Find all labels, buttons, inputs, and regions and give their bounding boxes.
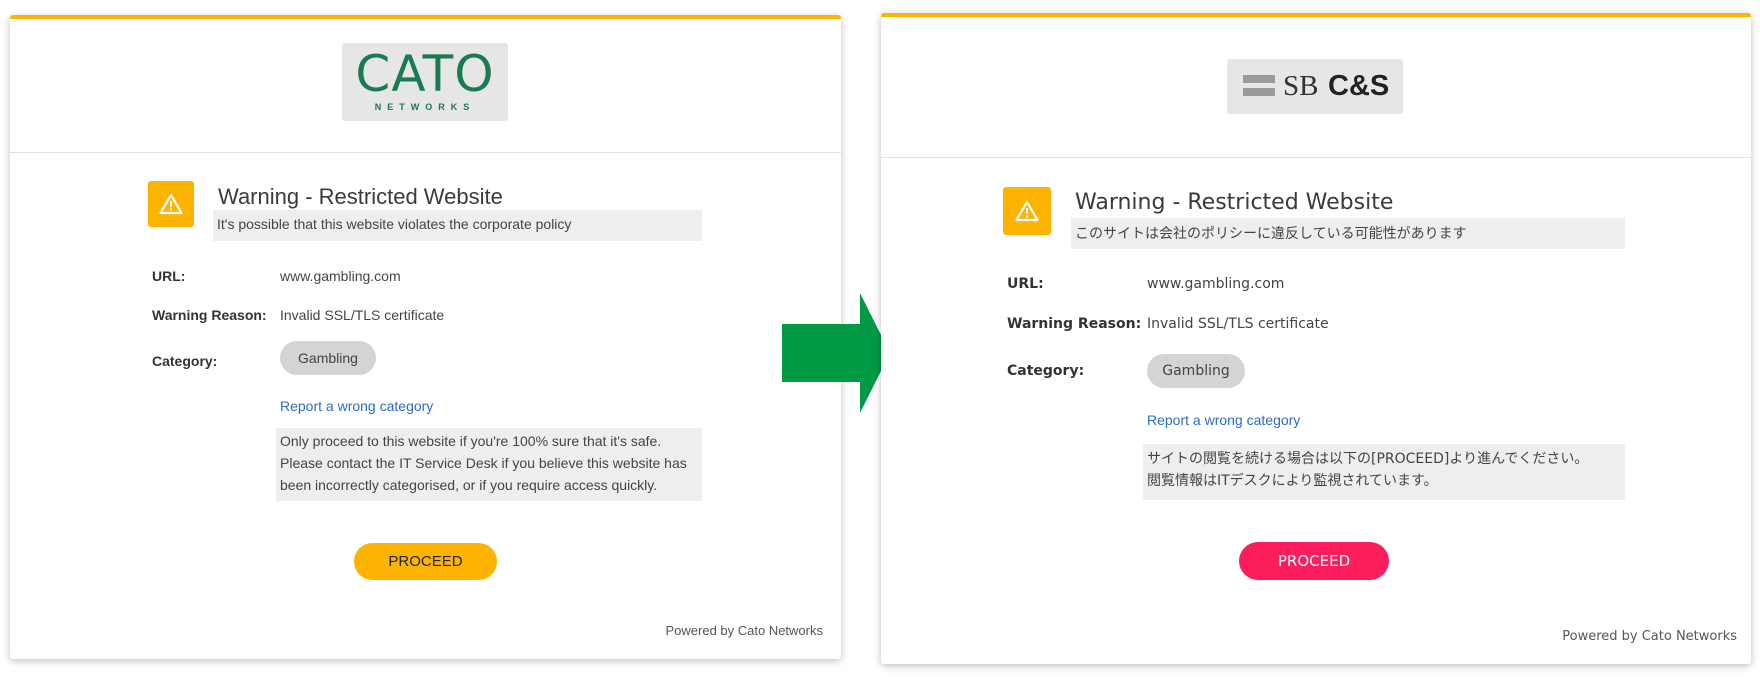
warning-icon-badge <box>1003 187 1051 235</box>
warning-triangle-icon <box>159 193 183 215</box>
page-subtitle: It's possible that this website violates… <box>213 210 702 241</box>
page-subtitle: このサイトは会社のポリシーに違反している可能性があります <box>1071 218 1625 249</box>
proceed-button[interactable]: PROCEED <box>1239 542 1389 580</box>
note-line: been incorrectly categorised, or if you … <box>280 477 658 493</box>
report-wrong-category-link[interactable]: Report a wrong category <box>1147 412 1300 428</box>
note-line: Please contact the IT Service Desk if yo… <box>280 455 687 471</box>
warning-reason-value: Invalid SSL/TLS certificate <box>1147 316 1329 332</box>
cato-logo: CATO NETWORKS <box>342 43 508 121</box>
powered-by-footer: Powered by Cato Networks <box>1562 629 1737 644</box>
sbcs-warning-page: SB C&S Warning - Restricted Website このサイ… <box>881 13 1751 664</box>
url-label: URL: <box>1007 276 1044 292</box>
url-value: www.gambling.com <box>1147 276 1285 292</box>
cato-logo-subtext: NETWORKS <box>374 102 476 112</box>
sbcs-logo-bars-icon <box>1243 88 1275 96</box>
safety-note: サイトの閲覧を続ける場合は以下の[PROCEED]より進んでください。 閲覧情報… <box>1143 444 1625 500</box>
note-line: 閲覧情報はITデスクにより監視されています。 <box>1147 473 1438 489</box>
sbcs-logo: SB C&S <box>1227 59 1403 114</box>
sbcs-logo-sb: SB <box>1283 70 1319 102</box>
cato-logo-text: CATO <box>355 45 495 103</box>
category-badge: Gambling <box>1147 354 1245 388</box>
category-label: Category: <box>152 353 218 369</box>
note-line: Only proceed to this website if you're 1… <box>280 433 662 449</box>
category-label: Category: <box>1007 363 1085 379</box>
proceed-button[interactable]: PROCEED <box>354 543 497 580</box>
note-line: サイトの閲覧を続ける場合は以下の[PROCEED]より進んでください。 <box>1147 451 1589 467</box>
report-wrong-category-link[interactable]: Report a wrong category <box>280 398 433 414</box>
page-title: Warning - Restricted Website <box>1075 190 1394 215</box>
warning-triangle-icon <box>1015 200 1039 222</box>
sbcs-logo-cs: C&S <box>1328 70 1390 102</box>
warning-reason-value: Invalid SSL/TLS certificate <box>280 307 445 323</box>
cato-warning-page: CATO NETWORKS Warning - Restricted Websi… <box>10 15 841 659</box>
url-value: www.gambling.com <box>280 268 401 284</box>
powered-by-footer: Powered by Cato Networks <box>665 623 823 638</box>
right-arrow-icon <box>782 293 890 413</box>
url-label: URL: <box>152 268 186 284</box>
warning-reason-label: Warning Reason: <box>152 307 267 323</box>
header-divider <box>10 152 841 153</box>
sbcs-logo-bars-icon <box>1243 75 1275 83</box>
category-badge: Gambling <box>280 341 376 375</box>
warning-reason-label: Warning Reason: <box>1007 316 1142 332</box>
page-title: Warning - Restricted Website <box>218 184 503 209</box>
safety-note: Only proceed to this website if you're 1… <box>276 428 702 501</box>
header-divider <box>881 157 1751 158</box>
warning-icon-badge <box>148 181 194 227</box>
